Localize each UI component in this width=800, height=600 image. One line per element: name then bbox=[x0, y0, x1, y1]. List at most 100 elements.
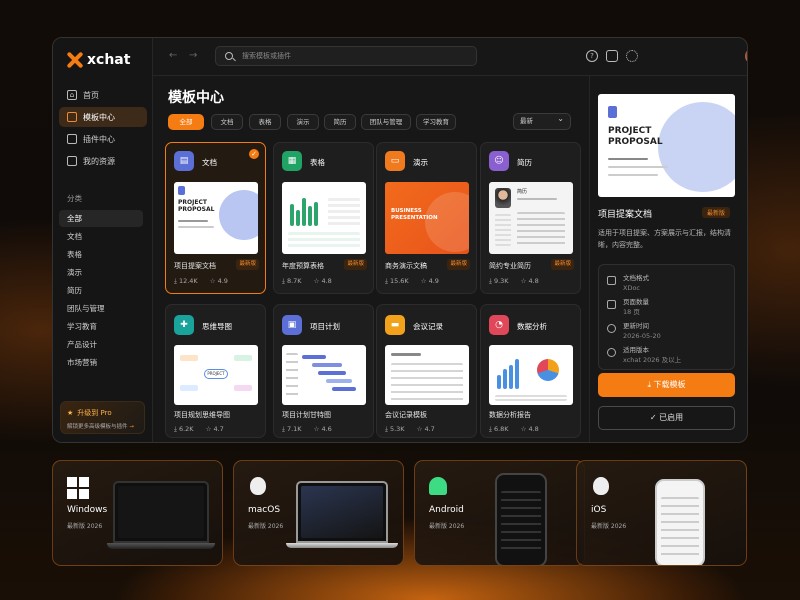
card-preview: PROJECT PROPOSAL bbox=[174, 182, 258, 254]
preview-table bbox=[288, 232, 360, 248]
gear-icon[interactable] bbox=[626, 50, 638, 62]
pie-chart-icon: ◔ bbox=[489, 315, 509, 335]
nav-label: 我的资源 bbox=[83, 156, 115, 166]
forward-arrow-icon[interactable]: → bbox=[189, 50, 197, 61]
phone-screen bbox=[501, 491, 541, 551]
card-preview bbox=[282, 345, 366, 405]
upgrade-pro-card[interactable]: ★ 升级到 Pro 解锁更多高级模板与插件 → bbox=[60, 401, 145, 434]
template-card-presentation[interactable]: ▭ 演示 BUSINESS PRESENTATION 商务演示文稿 最新版 ⤓ … bbox=[376, 142, 477, 294]
presentation-icon: ▭ bbox=[385, 151, 405, 171]
app-window: xchat ⌂ 首页 模板中心 插件中心 我的资源 分类 全部 文档 表格 演示 … bbox=[52, 37, 748, 443]
gantt-bar bbox=[318, 371, 346, 375]
template-card-meeting[interactable]: ▬ 会议记录 会议记录模板 ⤓ 5.3K ☆ 4.7 bbox=[376, 304, 477, 438]
template-card-analytics[interactable]: ◔ 数据分析 数据分析报告 ⤓ 6.8K ☆ 4.8 bbox=[480, 304, 581, 438]
rating-value: 4.7 bbox=[424, 425, 435, 433]
preview-bar bbox=[290, 204, 294, 226]
platform-card-ios[interactable]: iOS 最新版 2026 bbox=[576, 460, 747, 566]
preview-line bbox=[608, 174, 658, 176]
preview-line bbox=[608, 158, 648, 160]
gantt-labels bbox=[286, 353, 298, 397]
platform-version: 最新版 2026 bbox=[67, 523, 103, 530]
preview-line bbox=[608, 166, 668, 168]
nav-home[interactable]: ⌂ 首页 bbox=[59, 85, 147, 105]
template-card-resume[interactable]: ☺ 简历 简历 简约专业简历 最新版 ⤓ 9.3K ☆ 4.8 bbox=[480, 142, 581, 294]
category-all[interactable]: 全部 bbox=[59, 210, 143, 227]
card-preview bbox=[385, 345, 469, 405]
preview-node bbox=[234, 355, 252, 361]
platform-card-macos[interactable]: macOS 最新版 2026 bbox=[233, 460, 404, 566]
preview-pie bbox=[537, 359, 559, 381]
template-card-mindmap[interactable]: ✚ 思维导图 PROJECT 项目规划思维导图 ⤓ 6.2K ☆ 4.7 bbox=[165, 304, 266, 438]
template-card-gantt[interactable]: ▣ 项目计划 项目计划甘特图 ⤓ 7.1K ☆ 4.6 bbox=[273, 304, 374, 438]
template-icon bbox=[67, 112, 77, 122]
card-preview: PROJECT bbox=[174, 345, 258, 405]
app-logo[interactable]: xchat bbox=[67, 52, 130, 68]
preview-node: PROJECT bbox=[204, 369, 228, 379]
status-badge: 最新版 bbox=[344, 259, 367, 270]
preview-lines bbox=[391, 363, 463, 401]
apple-icon bbox=[593, 477, 609, 495]
enabled-button[interactable]: ✓ 已启用 bbox=[598, 406, 735, 430]
preview-lines bbox=[495, 395, 567, 401]
star-icon: ☆ bbox=[313, 277, 320, 285]
filter-resume[interactable]: 简历 bbox=[324, 114, 356, 130]
laptop-image bbox=[296, 481, 388, 543]
category-slides[interactable]: 演示 bbox=[59, 264, 143, 281]
card-title: 项目提案文档 bbox=[174, 262, 216, 270]
category-education[interactable]: 学习教育 bbox=[59, 318, 143, 335]
download-template-button[interactable]: ⤓ 下载模板 bbox=[598, 373, 735, 397]
preview-node bbox=[180, 385, 198, 391]
card-title: 数据分析报告 bbox=[489, 411, 531, 419]
nav-plugins[interactable]: 插件中心 bbox=[59, 129, 147, 149]
button-label: 下载模板 bbox=[653, 380, 686, 389]
preview-title: PROJECT PROPOSAL bbox=[178, 199, 215, 213]
preview-line bbox=[178, 226, 214, 228]
card-type: 演示 bbox=[413, 158, 428, 167]
category-docs[interactable]: 文档 bbox=[59, 228, 143, 245]
rating-value: 4.8 bbox=[528, 425, 539, 433]
preview-lines bbox=[517, 212, 565, 246]
category-sheets[interactable]: 表格 bbox=[59, 246, 143, 263]
rating: ☆ 4.9 bbox=[210, 277, 228, 286]
category-marketing[interactable]: 市场营销 bbox=[59, 354, 143, 371]
template-card-doc[interactable]: ▤ 文档 ✓ PROJECT PROPOSAL 项目提案文档 最新版 ⤓ 12.… bbox=[165, 142, 266, 294]
preview-bar bbox=[296, 210, 300, 226]
filter-team[interactable]: 团队与管理 bbox=[361, 114, 411, 130]
nav-label: 插件中心 bbox=[83, 134, 115, 144]
star-icon: ☆ bbox=[420, 277, 427, 285]
nav-label: 首页 bbox=[83, 90, 99, 100]
folder-icon: ▬ bbox=[385, 315, 405, 335]
sort-select[interactable]: 最新 bbox=[513, 111, 571, 130]
help-icon[interactable]: ? bbox=[586, 50, 598, 62]
platform-name: Android bbox=[429, 505, 464, 515]
platform-card-windows[interactable]: Windows 最新版 2026 bbox=[52, 460, 223, 566]
category-product[interactable]: 产品设计 bbox=[59, 336, 143, 353]
card-title: 商务演示文稿 bbox=[385, 262, 427, 270]
nav-resources[interactable]: 我的资源 bbox=[59, 151, 147, 171]
filter-all[interactable]: 全部 bbox=[168, 114, 204, 130]
xchat-logo-icon bbox=[67, 52, 83, 68]
app-name: xchat bbox=[87, 52, 131, 68]
filter-education[interactable]: 学习教育 bbox=[416, 114, 456, 130]
filter-slides[interactable]: 演示 bbox=[287, 114, 319, 130]
card-type: 表格 bbox=[310, 158, 325, 167]
preview-bar bbox=[497, 375, 501, 389]
filter-sheets[interactable]: 表格 bbox=[249, 114, 281, 130]
preview-line bbox=[517, 198, 557, 200]
notification-icon[interactable] bbox=[606, 50, 618, 62]
search-input[interactable]: 搜索模板或插件 bbox=[215, 46, 477, 66]
card-preview bbox=[489, 345, 573, 405]
rating-value: 4.9 bbox=[217, 277, 228, 285]
avatar[interactable] bbox=[745, 48, 747, 64]
back-arrow-icon[interactable]: ← bbox=[169, 50, 177, 61]
nav-templates[interactable]: 模板中心 bbox=[59, 107, 147, 127]
platform-name: Windows bbox=[67, 505, 108, 515]
download-icon: ⤓ bbox=[489, 277, 492, 285]
template-card-sheet[interactable]: ▦ 表格 年度预算表格 最新版 ⤓ 8.7K ☆ 4.8 bbox=[273, 142, 374, 294]
home-icon: ⌂ bbox=[67, 90, 77, 100]
category-team[interactable]: 团队与管理 bbox=[59, 300, 143, 317]
platform-card-android[interactable]: Android 最新版 2026 bbox=[414, 460, 585, 566]
category-resume[interactable]: 简历 bbox=[59, 282, 143, 299]
gantt-bar bbox=[302, 355, 326, 359]
filter-docs[interactable]: 文档 bbox=[211, 114, 243, 130]
